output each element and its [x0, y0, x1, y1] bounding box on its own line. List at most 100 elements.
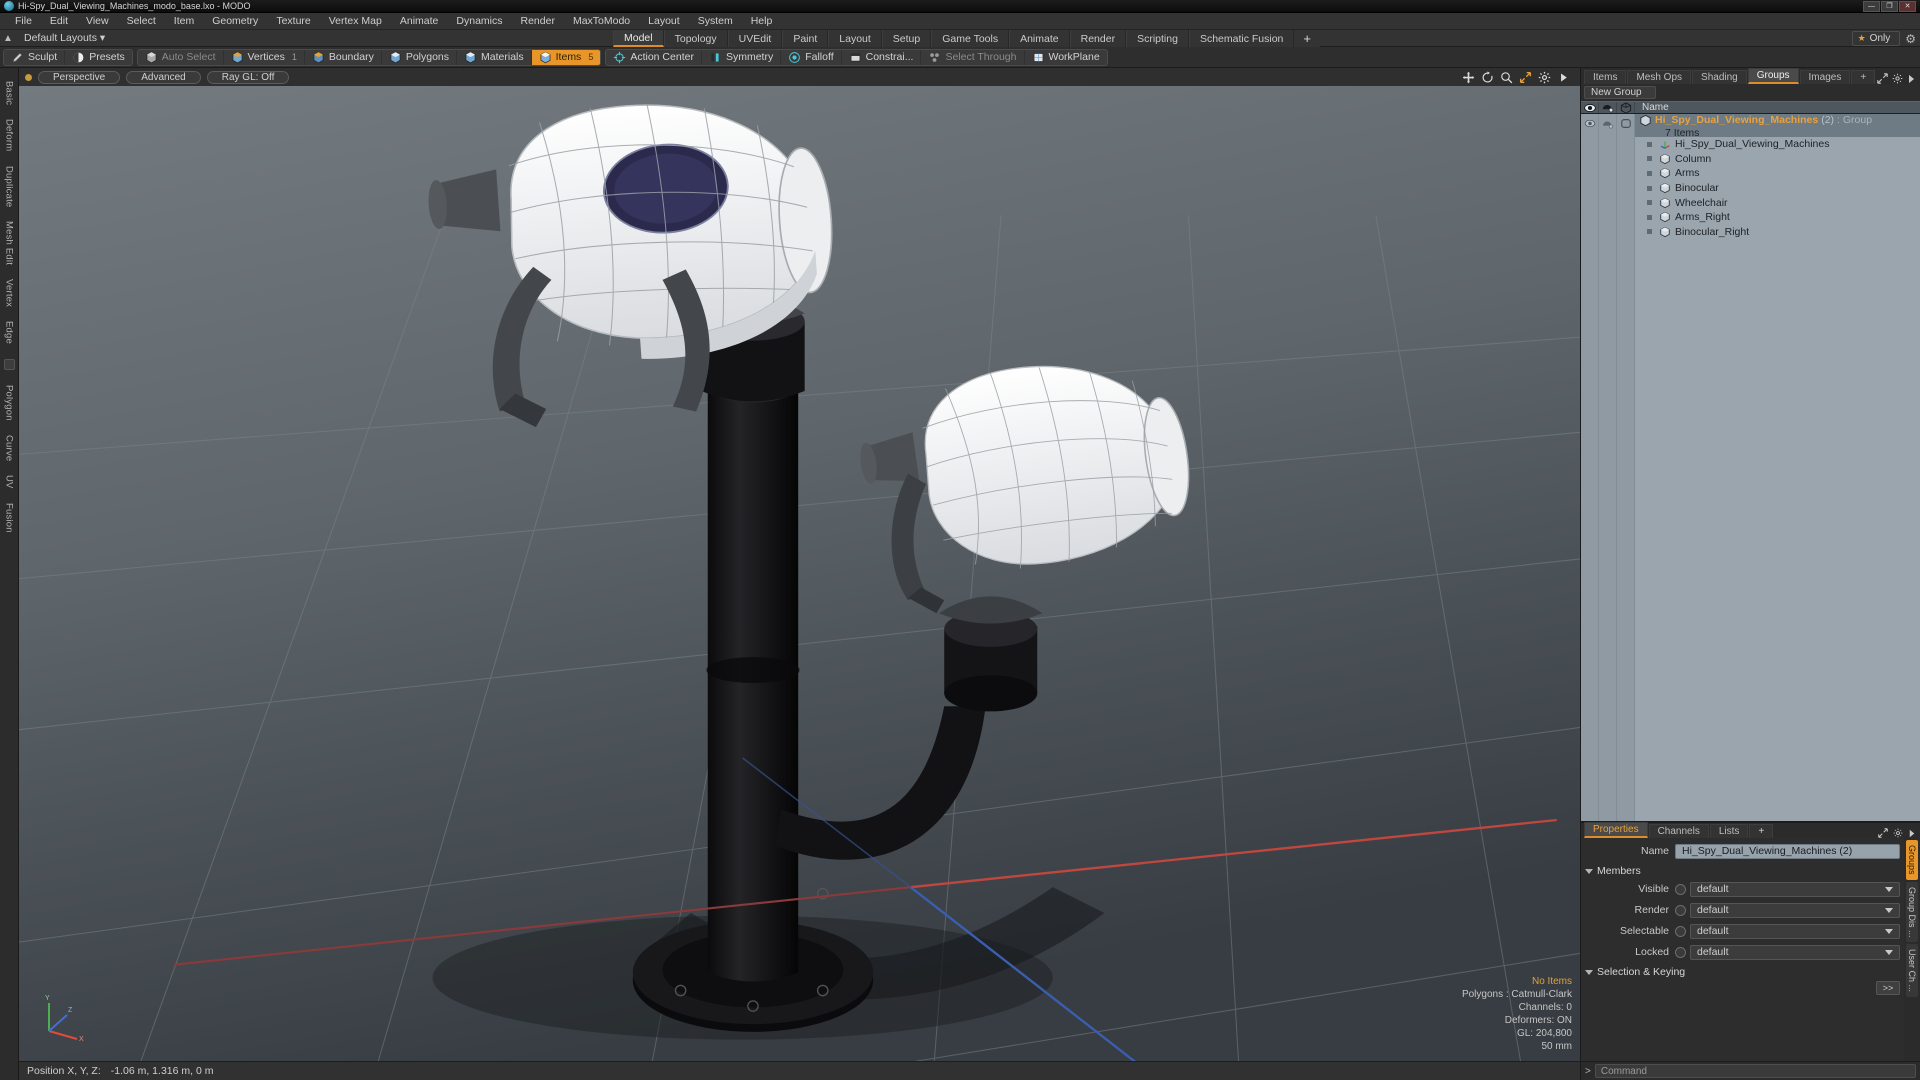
layout-tab-layout[interactable]: Layout: [828, 30, 882, 47]
layout-tab-paint[interactable]: Paint: [782, 30, 829, 47]
menu-file[interactable]: File: [6, 14, 41, 28]
viewport-menu-dot-icon[interactable]: [25, 73, 32, 81]
left-tab-mesh-edit[interactable]: Mesh Edit: [4, 214, 15, 272]
tool-falloff[interactable]: Falloff: [781, 49, 842, 65]
tree-item-wheelchair[interactable]: Wheelchair: [1635, 195, 1920, 210]
tool-constrai[interactable]: Constrai...: [842, 49, 922, 65]
menu-help[interactable]: Help: [742, 14, 782, 28]
property-dropdown[interactable]: default: [1690, 923, 1900, 939]
menu-view[interactable]: View: [77, 14, 118, 28]
menu-edit[interactable]: Edit: [41, 14, 77, 28]
shading-mode-dropdown[interactable]: Advanced: [126, 70, 201, 84]
item-tree[interactable]: Hi_Spy_Dual_Viewing_Machines (2): Group 7 …: [1581, 114, 1920, 821]
tree-item-arms_right[interactable]: Arms_Right: [1635, 210, 1920, 225]
view-mode-dropdown[interactable]: Perspective: [38, 70, 121, 84]
layout-tab-model[interactable]: Model: [613, 30, 664, 47]
menu-item[interactable]: Item: [165, 14, 203, 28]
menu-render[interactable]: Render: [512, 14, 564, 28]
properties-side-tab-group-dis[interactable]: Group Dis ...: [1906, 881, 1918, 943]
tree-item-hi_spy_dual_viewing_machines[interactable]: Hi_Spy_Dual_Viewing_Machines: [1635, 137, 1920, 152]
fit-icon[interactable]: [1519, 71, 1532, 84]
tree-item-binocular[interactable]: Binocular: [1635, 181, 1920, 196]
expand-dot-icon[interactable]: [1646, 214, 1652, 220]
panel-gear-icon[interactable]: [1892, 73, 1903, 84]
layout-tab-setup[interactable]: Setup: [881, 30, 932, 47]
menu-geometry[interactable]: Geometry: [203, 14, 267, 28]
right-tab-groups[interactable]: Groups: [1747, 68, 1799, 84]
rotate-icon[interactable]: [1481, 70, 1494, 84]
right-tab-mesh-ops[interactable]: Mesh Ops: [1627, 70, 1692, 84]
left-tab-fusion[interactable]: Fusion: [4, 496, 15, 540]
property-dropdown[interactable]: default: [1690, 902, 1900, 918]
tree-item-column[interactable]: Column: [1635, 152, 1920, 167]
raygl-toggle[interactable]: Ray GL: Off: [206, 70, 290, 84]
properties-gear-icon[interactable]: [1893, 828, 1903, 838]
group-row[interactable]: Hi_Spy_Dual_Viewing_Machines (2): Group 7 …: [1635, 114, 1920, 139]
tree-item-arms[interactable]: Arms: [1635, 166, 1920, 181]
rail-handle[interactable]: [3, 359, 15, 371]
wireframe-icon[interactable]: [1617, 101, 1635, 114]
move-icon[interactable]: [1462, 71, 1475, 84]
tool-vertices[interactable]: Vertices 1: [224, 49, 305, 65]
play-icon[interactable]: [1557, 71, 1570, 84]
expand-dot-icon[interactable]: [1646, 185, 1652, 191]
3d-viewport[interactable]: Y X Z No Items Polygons : Catmull-Clark …: [19, 86, 1580, 1061]
tool-select-through[interactable]: Select Through: [921, 49, 1025, 65]
maximize-button[interactable]: ❐: [1881, 0, 1898, 12]
render-icon[interactable]: [1599, 102, 1617, 113]
property-toggle-icon[interactable]: [1675, 946, 1686, 958]
close-button[interactable]: ✕: [1899, 0, 1916, 12]
tool-materials[interactable]: Materials: [457, 49, 532, 65]
render-column[interactable]: [1599, 114, 1617, 821]
settings-gear-icon[interactable]: ⚙: [1905, 32, 1916, 46]
selection-keying-section-header[interactable]: Selection & Keying: [1581, 964, 1904, 981]
expand-icon[interactable]: [1877, 73, 1888, 84]
expand-dot-icon[interactable]: [1646, 200, 1652, 206]
add-layout-tab-button[interactable]: +: [1294, 30, 1320, 47]
menu-animate[interactable]: Animate: [391, 14, 448, 28]
menu-system[interactable]: System: [689, 14, 742, 28]
layout-tab-game-tools[interactable]: Game Tools: [931, 30, 1010, 47]
expand-dot-icon[interactable]: [1646, 170, 1652, 176]
only-toggle-button[interactable]: ★ Only: [1851, 31, 1901, 46]
properties-side-tab-groups[interactable]: Groups: [1906, 840, 1918, 880]
tool-workplane[interactable]: WorkPlane: [1025, 50, 1107, 65]
tree-item-binocular_right[interactable]: Binocular_Right: [1635, 225, 1920, 240]
home-icon[interactable]: ▲: [0, 33, 16, 44]
menu-texture[interactable]: Texture: [267, 14, 319, 28]
left-tab-curve[interactable]: Curve: [4, 428, 15, 468]
expand-dot-icon[interactable]: [1646, 141, 1652, 147]
command-input[interactable]: Command: [1594, 1064, 1916, 1078]
property-toggle-icon[interactable]: [1675, 904, 1686, 916]
property-toggle-icon[interactable]: [1675, 925, 1686, 937]
tool-symmetry[interactable]: Symmetry: [702, 49, 782, 65]
wireframe-column[interactable]: [1617, 114, 1635, 821]
layout-tab-schematic-fusion[interactable]: Schematic Fusion: [1188, 30, 1295, 47]
selection-keying-button[interactable]: >>: [1876, 981, 1900, 995]
zoom-icon[interactable]: [1500, 71, 1513, 84]
members-section-header[interactable]: Members: [1581, 863, 1904, 880]
properties-tab-channels[interactable]: Channels: [1648, 824, 1709, 838]
left-tab-duplicate[interactable]: Duplicate: [4, 159, 15, 214]
properties-expand-icon[interactable]: [1878, 828, 1888, 838]
properties-tab-+[interactable]: +: [1749, 824, 1774, 838]
properties-tab-lists[interactable]: Lists: [1709, 824, 1749, 838]
right-tab-items[interactable]: Items: [1584, 70, 1627, 84]
name-field[interactable]: Hi_Spy_Dual_Viewing_Machines (2): [1675, 843, 1900, 859]
tool-action-center[interactable]: Action Center: [606, 49, 702, 65]
menu-select[interactable]: Select: [118, 14, 165, 28]
right-tab-+[interactable]: +: [1851, 70, 1876, 84]
tool-polygons[interactable]: Polygons: [382, 49, 458, 65]
default-layouts-dropdown[interactable]: Default Layouts ▾: [16, 32, 113, 44]
menu-vertex-map[interactable]: Vertex Map: [320, 14, 391, 28]
left-tab-deform[interactable]: Deform: [4, 112, 15, 158]
menu-maxtomodo[interactable]: MaxToModo: [564, 14, 639, 28]
layout-tab-animate[interactable]: Animate: [1009, 30, 1070, 47]
layout-tab-topology[interactable]: Topology: [663, 30, 728, 47]
panel-play-icon[interactable]: [1907, 74, 1916, 84]
properties-side-tab-user-ch[interactable]: User Ch ...: [1906, 944, 1918, 998]
property-dropdown[interactable]: default: [1690, 944, 1900, 960]
properties-tab-properties[interactable]: Properties: [1584, 822, 1648, 838]
left-tab-basic[interactable]: Basic: [4, 74, 15, 112]
property-toggle-icon[interactable]: [1675, 883, 1686, 895]
